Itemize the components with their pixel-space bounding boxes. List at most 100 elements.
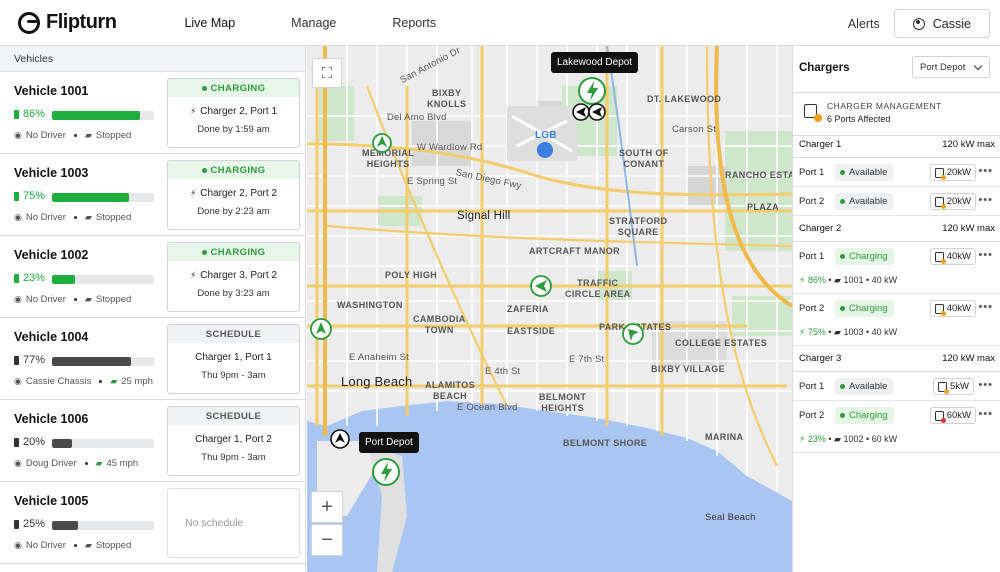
vehicle-charging-card[interactable]: CHARGING ⚡ Charger 2, Port 2 Done by 2:23…	[167, 160, 300, 230]
battery-bar	[52, 357, 154, 366]
charger-port-row[interactable]: Port 1 Available 20kW •••	[793, 158, 1000, 187]
card-charger-port: ⚡ Charger 2, Port 1	[168, 106, 299, 117]
card-header: CHARGING	[168, 243, 299, 261]
port-label: Port 2	[799, 196, 825, 207]
session-battery-percent: 23%	[807, 434, 826, 444]
status-dot-icon	[840, 384, 845, 389]
battery-percent: 86%	[23, 108, 46, 120]
card-charger-port-text: Charger 3, Port 2	[200, 270, 278, 281]
vehicle-name[interactable]: Vehicle 1006	[14, 412, 88, 426]
vehicle-row[interactable]: Vehicle 1004 77% ◉ Cassie Chassis ▰ 25 m…	[0, 318, 305, 400]
vehicle-status: 45 mph	[106, 458, 139, 469]
driver-name: Doug Driver	[25, 458, 77, 469]
more-options-icon[interactable]: •••	[978, 301, 993, 313]
status-dot-icon	[840, 254, 845, 259]
charger-groups: Charger 1 120 kW max Port 1 Available 20…	[793, 132, 1000, 453]
vehicle-schedule-card[interactable]: SCHEDULE Charger 1, Port 1 Thu 9pm - 3am	[167, 324, 300, 394]
port-power-limit[interactable]: 40kW	[929, 300, 976, 317]
more-options-icon[interactable]: •••	[978, 165, 993, 177]
battery-percent: 75%	[23, 190, 46, 202]
vehicle-charging-card[interactable]: CHARGING ⚡ Charger 3, Port 2 Done by 3:23…	[167, 242, 300, 312]
map-label-long-beach: Long Beach	[341, 374, 413, 389]
zoom-out-button[interactable]: −	[311, 524, 343, 556]
driver-icon: ◉	[14, 376, 22, 386]
card-header: CHARGING	[168, 161, 299, 179]
vehicle-row[interactable]: Vehicle 1006 20% ◉ Doug Driver ▰ 45 mph …	[0, 400, 305, 482]
plug-icon: ⚡	[189, 106, 197, 116]
flipturn-logo-icon	[18, 11, 40, 34]
port-label: Port 1	[799, 167, 825, 178]
fullscreen-button[interactable]: ⛶	[312, 58, 342, 88]
vehicle-name[interactable]: Vehicle 1002	[14, 248, 88, 262]
user-menu-button[interactable]: Cassie	[893, 9, 990, 38]
map-label-bixby-knolls: BIXBY KNOLLS	[427, 88, 467, 109]
user-icon	[912, 17, 925, 30]
nav-reports[interactable]: Reports	[364, 0, 464, 46]
map-label-poly-high: POLY HIGH	[385, 270, 438, 280]
vehicle-name[interactable]: Vehicle 1003	[14, 166, 88, 180]
port-power-limit[interactable]: 5kW	[933, 378, 974, 395]
vehicle-schedule-card-empty[interactable]: No schedule	[167, 488, 300, 558]
depot-select[interactable]: Port Depot	[912, 56, 990, 78]
more-options-icon[interactable]: •••	[978, 249, 993, 261]
card-charger-port: ⚡ Charger 3, Port 2	[168, 270, 299, 281]
truck-icon: ▰	[110, 376, 118, 386]
zoom-in-button[interactable]: +	[311, 491, 343, 523]
live-map[interactable]: San Antonio Dr MEMORIAL HEIGHTS W Wardlo…	[307, 46, 792, 572]
vehicle-row[interactable]: Vehicle 1003 75% ◉ No Driver ▰ Stopped C…	[0, 154, 305, 236]
port-power-limit[interactable]: 60kW	[929, 407, 976, 424]
vehicle-row[interactable]: Vehicle 1002 23% ◉ No Driver ▰ Stopped C…	[0, 236, 305, 318]
driver-icon: ◉	[14, 212, 22, 222]
depot-label-port[interactable]: Port Depot	[359, 432, 419, 453]
charger-port-row[interactable]: Port 2 Charging 40kW ••• ⚡ 75% • ▰ 1003 …	[793, 294, 1000, 346]
more-options-icon[interactable]: •••	[978, 194, 993, 206]
vehicle-battery: 20%	[14, 436, 53, 448]
separator-dot	[73, 298, 77, 301]
more-options-icon[interactable]: •••	[978, 408, 993, 420]
depot-label-lakewood[interactable]: Lakewood Depot	[551, 52, 639, 73]
port-power-limit[interactable]: 20kW	[929, 193, 976, 210]
alerts-link[interactable]: Alerts	[848, 17, 880, 31]
vehicle-row[interactable]: Vehicle 1005 25% ◉ No Driver ▰ Stopped N…	[0, 482, 305, 564]
vehicle-name[interactable]: Vehicle 1004	[14, 330, 88, 344]
battery-percent: 20%	[23, 436, 46, 448]
charger-port-row[interactable]: Port 1 Available 5kW •••	[793, 372, 1000, 401]
power-limit-icon	[934, 410, 946, 423]
map-label-e-anaheim: E Anaheim St	[349, 352, 409, 363]
battery-bar	[52, 111, 154, 120]
battery-bar	[52, 439, 154, 448]
charger-port-row[interactable]: Port 1 Charging 40kW ••• ⚡ 86% • ▰ 1001 …	[793, 242, 1000, 294]
session-vehicle-id: 1002	[843, 434, 864, 444]
map-label-stratford: STRATFORD SQUARE	[609, 216, 668, 237]
map-label-e-4th: E 4th St	[485, 366, 521, 377]
map-label-artcraft: ARTCRAFT MANOR	[529, 246, 621, 256]
nav-live-map[interactable]: Live Map	[156, 0, 263, 46]
vehicle-meta: ◉ Cassie Chassis ▰ 25 mph	[14, 376, 153, 387]
more-options-icon[interactable]: •••	[978, 379, 993, 391]
chargers-title: Chargers	[799, 62, 850, 74]
map-label-eastside: EASTSIDE	[507, 326, 556, 336]
port-power-limit[interactable]: 20kW	[929, 164, 976, 181]
depot-select-value: Port Depot	[920, 61, 966, 73]
airport-pin[interactable]	[537, 142, 553, 158]
charger-port-row[interactable]: Port 2 Charging 60kW ••• ⚡ 23% • ▰ 1002 …	[793, 401, 1000, 453]
nav-manage[interactable]: Manage	[263, 0, 364, 46]
flipturn-logo[interactable]: Flipturn	[18, 11, 117, 34]
vehicle-schedule-card[interactable]: SCHEDULE Charger 1, Port 2 Thu 9pm - 3am	[167, 406, 300, 476]
charger-port-row[interactable]: Port 2 Available 20kW •••	[793, 187, 1000, 216]
session-battery-percent: 75%	[807, 327, 826, 337]
port-status-badge: Charging	[835, 300, 894, 317]
card-header: SCHEDULE	[168, 325, 299, 343]
vehicle-name[interactable]: Vehicle 1005	[14, 494, 88, 508]
vehicle-charging-card[interactable]: CHARGING ⚡ Charger 2, Port 1 Done by 1:59…	[167, 78, 300, 148]
charging-dot-icon	[201, 249, 207, 255]
port-power-limit[interactable]: 40kW	[929, 248, 976, 265]
vehicle-meta: ◉ No Driver ▰ Stopped	[14, 130, 131, 141]
card-time: Done by 3:23 am	[197, 288, 270, 299]
vehicle-name[interactable]: Vehicle 1001	[14, 84, 88, 98]
charger-group-header: Charger 1 120 kW max	[793, 132, 1000, 158]
vehicle-row[interactable]: Vehicle 1001 86% ◉ No Driver ▰ Stopped C…	[0, 72, 305, 154]
charger-management-banner[interactable]: CHARGER MANAGEMENT 6 Ports Affected	[793, 92, 1000, 136]
map-label-bixby-village: BIXBY VILLAGE	[651, 364, 726, 374]
power-limit-value: 20kW	[946, 167, 971, 178]
